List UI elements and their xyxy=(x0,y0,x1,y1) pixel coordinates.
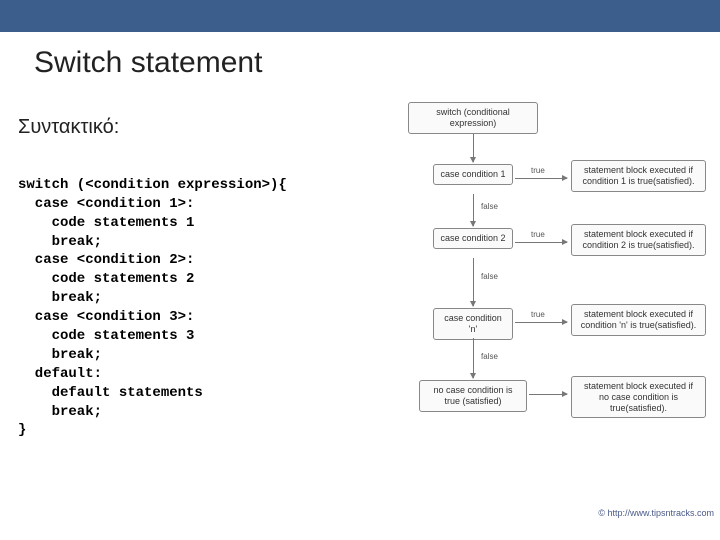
flow-case-n: case condition 'n' xyxy=(433,308,513,340)
credit-text: © http://www.tipsntracks.com xyxy=(598,508,714,518)
arrow-right-icon xyxy=(515,178,567,179)
header-bar xyxy=(0,0,720,32)
flowchart: switch (conditional expression) case con… xyxy=(363,102,713,522)
right-column: switch (conditional expression) case con… xyxy=(363,92,720,522)
code-line: break; xyxy=(18,347,102,363)
code-line: break; xyxy=(18,234,102,250)
flow-case-1: case condition 1 xyxy=(433,164,513,185)
arrow-right-icon xyxy=(515,242,567,243)
label-true: true xyxy=(531,166,545,175)
flow-stmt-2: statement block executed if condition 2 … xyxy=(571,224,706,256)
arrow-down-icon xyxy=(473,194,474,226)
flow-stmt-default: statement block executed if no case cond… xyxy=(571,376,706,418)
code-line: case <condition 2>: xyxy=(18,252,194,268)
code-line: case <condition 1>: xyxy=(18,196,194,212)
code-line: default statements xyxy=(18,385,203,401)
code-block: switch (<condition expression>){ case <c… xyxy=(18,157,363,459)
label-true: true xyxy=(531,310,545,319)
code-line: code statements 2 xyxy=(18,271,194,287)
flow-switch-box: switch (conditional expression) xyxy=(408,102,538,134)
flow-default-box: no case condition is true (satisfied) xyxy=(419,380,527,412)
code-line: default: xyxy=(18,366,102,382)
code-line: code statements 3 xyxy=(18,328,194,344)
syntax-heading: Συντακτικό: xyxy=(18,92,363,157)
left-column: Συντακτικό: switch (<condition expressio… xyxy=(18,92,363,522)
code-line: break; xyxy=(18,404,102,420)
code-line: code statements 1 xyxy=(18,215,194,231)
flow-case-2: case condition 2 xyxy=(433,228,513,249)
arrow-down-icon xyxy=(473,258,474,306)
arrow-down-icon xyxy=(473,134,474,162)
label-false: false xyxy=(481,202,498,211)
code-line: case <condition 3>: xyxy=(18,309,194,325)
arrow-right-icon xyxy=(529,394,567,395)
label-true: true xyxy=(531,230,545,239)
label-false: false xyxy=(481,352,498,361)
code-line: break; xyxy=(18,290,102,306)
page-title: Switch statement xyxy=(0,32,720,92)
arrow-down-icon xyxy=(473,338,474,378)
flow-stmt-1: statement block executed if condition 1 … xyxy=(571,160,706,192)
label-false: false xyxy=(481,272,498,281)
code-line: switch (<condition expression>){ xyxy=(18,177,287,193)
code-line: } xyxy=(18,422,26,438)
flow-stmt-n: statement block executed if condition 'n… xyxy=(571,304,706,336)
content-row: Συντακτικό: switch (<condition expressio… xyxy=(0,92,720,522)
arrow-right-icon xyxy=(515,322,567,323)
